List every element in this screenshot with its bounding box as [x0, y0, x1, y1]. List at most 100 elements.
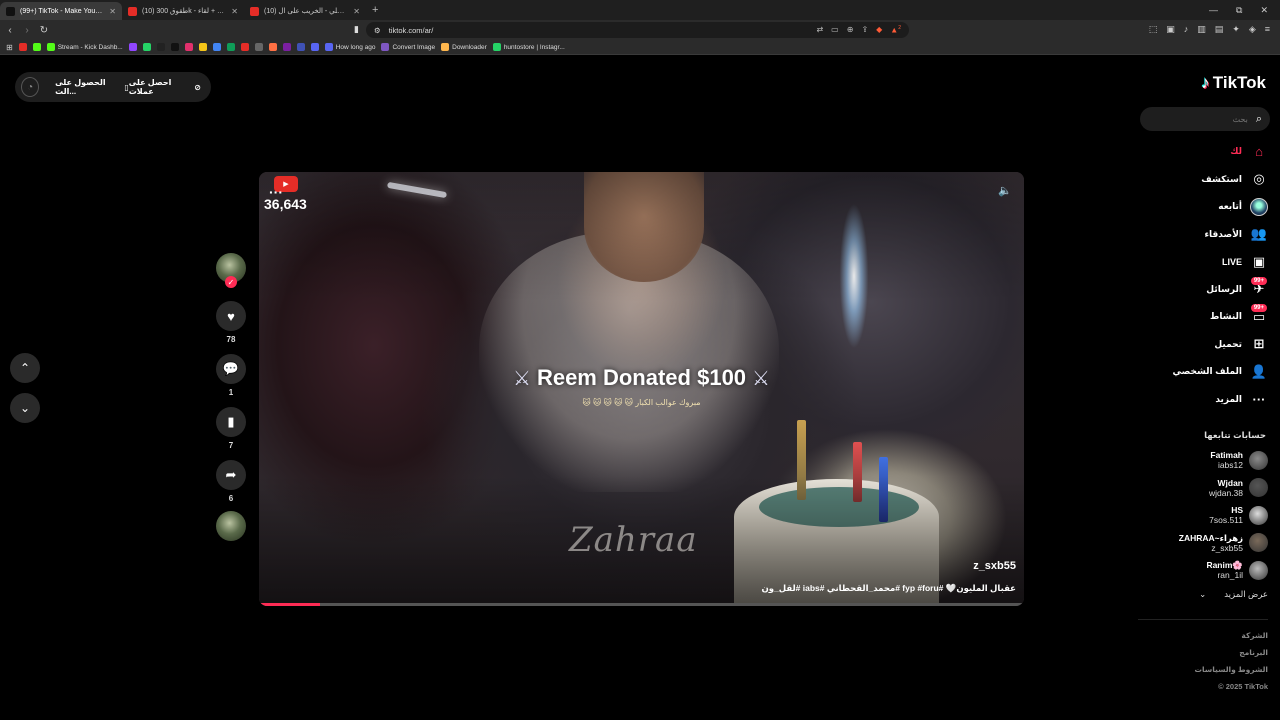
vpn-icon[interactable]: ◈ [1249, 24, 1256, 35]
video-progress-bar[interactable] [259, 603, 1024, 606]
url-text[interactable]: tiktok.com/ar/ [389, 26, 434, 35]
back-icon[interactable]: ‹ [3, 25, 17, 36]
zoom-icon[interactable]: ⊕ [847, 25, 854, 35]
brave-rewards-icon[interactable]: ▲2 [890, 25, 901, 35]
bookmark-item[interactable] [156, 43, 165, 51]
get-app-pill: ◔ الحصول على الت... ▯ احصل على عملات ⊘ [15, 72, 211, 102]
see-more-button[interactable]: ⌄ عرض المزيد [1199, 589, 1268, 600]
bookmark-item[interactable] [128, 43, 137, 51]
brave-shield-icon[interactable]: ◆ [876, 25, 882, 35]
like-button[interactable]: ♥ [216, 301, 246, 331]
video-username[interactable]: z_sxb55 [973, 560, 1016, 572]
browser-nav-bar: ‹ › ↻ ▮ ⚙ tiktok.com/ar/ ⇄ ▭ ⊕ ⇪ ◆ ▲2 ⬚ … [0, 20, 1280, 40]
bookmark-item[interactable]: huntostore | Instagr... [492, 43, 565, 51]
bookmark-item[interactable] [310, 43, 319, 51]
browser-tab[interactable]: (10) لو جزوواك مع علي - الخريب على ال.. ✕ [244, 2, 366, 20]
get-coins-button[interactable]: احصل على عملات ⊘ [129, 78, 201, 96]
restore-icon[interactable]: ⧉ [1236, 5, 1242, 16]
extensions-icon[interactable]: ⬚ [1149, 24, 1158, 35]
sidebar-item-explore[interactable]: استكشف ◎ [1108, 166, 1268, 194]
browser-tab[interactable]: (10) طقوق 300k - ابوي بشكركم + لقاء .. ✕ [122, 2, 244, 20]
bookmark-item[interactable]: Downloader [441, 43, 487, 51]
share-button[interactable]: ➦ [216, 460, 246, 490]
translate-icon[interactable]: ⇄ [816, 25, 823, 35]
tab-close-icon[interactable]: ✕ [353, 7, 360, 16]
minimize-icon[interactable]: — [1209, 5, 1218, 15]
following-account[interactable]: Ranim🌸 ran_1il [1128, 559, 1268, 581]
bookmark-item[interactable] [226, 43, 235, 51]
footer-company[interactable]: الشركة [1241, 631, 1268, 640]
bookmark-item[interactable] [170, 43, 179, 51]
browser-tab[interactable]: (99+) TikTok - Make Your Day ✕ [0, 2, 122, 20]
sidebar-icon[interactable]: ▥ [1197, 24, 1206, 35]
share-icon[interactable]: ⇪ [861, 25, 868, 35]
bookmark-item[interactable]: How long ago [324, 43, 375, 51]
sidebar-divider [1138, 619, 1268, 620]
get-app-button[interactable]: الحصول على الت... ▯ [55, 78, 129, 96]
bookmark-item[interactable] [268, 43, 277, 51]
search-input[interactable] [1157, 114, 1248, 124]
video-caption[interactable]: عقبال المليون🤍 #fyp #foru #محمد_القحطاني… [762, 583, 1017, 594]
close-window-icon[interactable]: ✕ [1260, 5, 1268, 16]
footer-terms[interactable]: الشروط والسياسات [1194, 665, 1268, 674]
following-account[interactable]: Fatimah iabs12 [1128, 449, 1268, 471]
sound-icon[interactable]: 🔈 [998, 184, 1012, 197]
cast-icon[interactable]: ▭ [831, 25, 839, 35]
site-info-icon[interactable]: ⚙ [374, 26, 381, 35]
friends-icon: 👥 [1250, 226, 1268, 242]
comment-button[interactable]: 💬 [216, 354, 246, 384]
sidebar-item-home[interactable]: لك ⌂ [1108, 138, 1268, 166]
tiktok-logo[interactable]: ♪ TikTok [1201, 73, 1266, 93]
creator-avatar[interactable]: ✓ [216, 253, 246, 288]
new-tab-button[interactable]: + [372, 4, 378, 16]
tab-close-icon[interactable]: ✕ [231, 7, 238, 16]
sidebar-item-friends[interactable]: الأصدقاء 👥 [1108, 221, 1268, 249]
search-icon[interactable]: ⌕ [1256, 113, 1262, 126]
share-count: 6 [228, 494, 234, 503]
screenshot-icon[interactable]: ▣ [1166, 24, 1175, 35]
bookmark-item[interactable]: Convert Image [381, 43, 435, 51]
save-button[interactable]: ▮ [216, 407, 246, 437]
reload-icon[interactable]: ↻ [37, 25, 51, 36]
bookmark-item[interactable] [18, 43, 27, 51]
sidebar-item-upload[interactable]: تحميل ⊞ [1108, 331, 1268, 359]
following-account[interactable]: ZAHRAA~زهراء z_sxb55 [1128, 532, 1268, 554]
upload-icon: ⊞ [1253, 336, 1265, 352]
sidebar-item-live[interactable]: LIVE ▣ [1108, 248, 1268, 276]
sidebar-item-profile[interactable]: الملف الشخصي 👤 [1108, 358, 1268, 386]
apps-grid-icon[interactable]: ⊞ [6, 43, 13, 52]
sidebar-item-following[interactable]: أتابعه [1108, 193, 1268, 221]
wallet-icon[interactable]: ▤ [1215, 24, 1224, 35]
search-box[interactable]: ⌕ [1140, 107, 1270, 131]
follow-plus-icon[interactable]: ✓ [225, 276, 237, 288]
following-account[interactable]: Wjdan wjdan.38 [1128, 477, 1268, 499]
bookmark-item[interactable] [254, 43, 263, 51]
bookmark-icon[interactable]: ▮ [354, 24, 359, 35]
browser-tab-bar: (99+) TikTok - Make Your Day ✕ (10) طقوق 3… [0, 0, 1280, 20]
bookmark-item[interactable] [212, 43, 221, 51]
bookmark-item[interactable] [142, 43, 151, 51]
forward-icon[interactable]: › [20, 25, 34, 36]
bookmark-item[interactable] [296, 43, 305, 51]
footer-program[interactable]: البرنامج [1239, 648, 1268, 657]
bookmark-item[interactable] [240, 43, 249, 51]
video-player[interactable]: ▶ ··· 36,643 🔈 ⚔ Reem Donated $100 ⚔ 🐱 🐱 🐱… [259, 172, 1024, 606]
avatar-placeholder-icon[interactable]: ◔ [21, 77, 40, 97]
sidebar-item-messages[interactable]: الرسائل ✈ 99+ [1108, 276, 1268, 304]
bookmark-item[interactable] [282, 43, 291, 51]
ai-icon[interactable]: ✦ [1232, 24, 1240, 35]
tab-close-icon[interactable]: ✕ [109, 7, 116, 16]
sidebar-item-more[interactable]: المزيد ··· [1108, 386, 1268, 414]
sidebar-item-activity[interactable]: النشاط ▭ 99+ [1108, 303, 1268, 331]
sound-avatar[interactable] [216, 511, 246, 541]
music-icon[interactable]: ♪ [1184, 24, 1189, 35]
next-video-button[interactable]: ⌄ [10, 393, 40, 423]
bookmark-item[interactable] [32, 43, 41, 51]
bookmark-item[interactable] [184, 43, 193, 51]
bookmark-item[interactable]: Stream - Kick Dashb... [46, 43, 123, 51]
following-account[interactable]: HS 7sos.511 [1128, 504, 1268, 526]
address-bar[interactable]: ⚙ tiktok.com/ar/ ⇄ ▭ ⊕ ⇪ ◆ ▲2 [366, 22, 909, 38]
menu-icon[interactable]: ≡ [1265, 24, 1270, 35]
bookmark-item[interactable] [198, 43, 207, 51]
previous-video-button[interactable]: ⌃ [10, 353, 40, 383]
